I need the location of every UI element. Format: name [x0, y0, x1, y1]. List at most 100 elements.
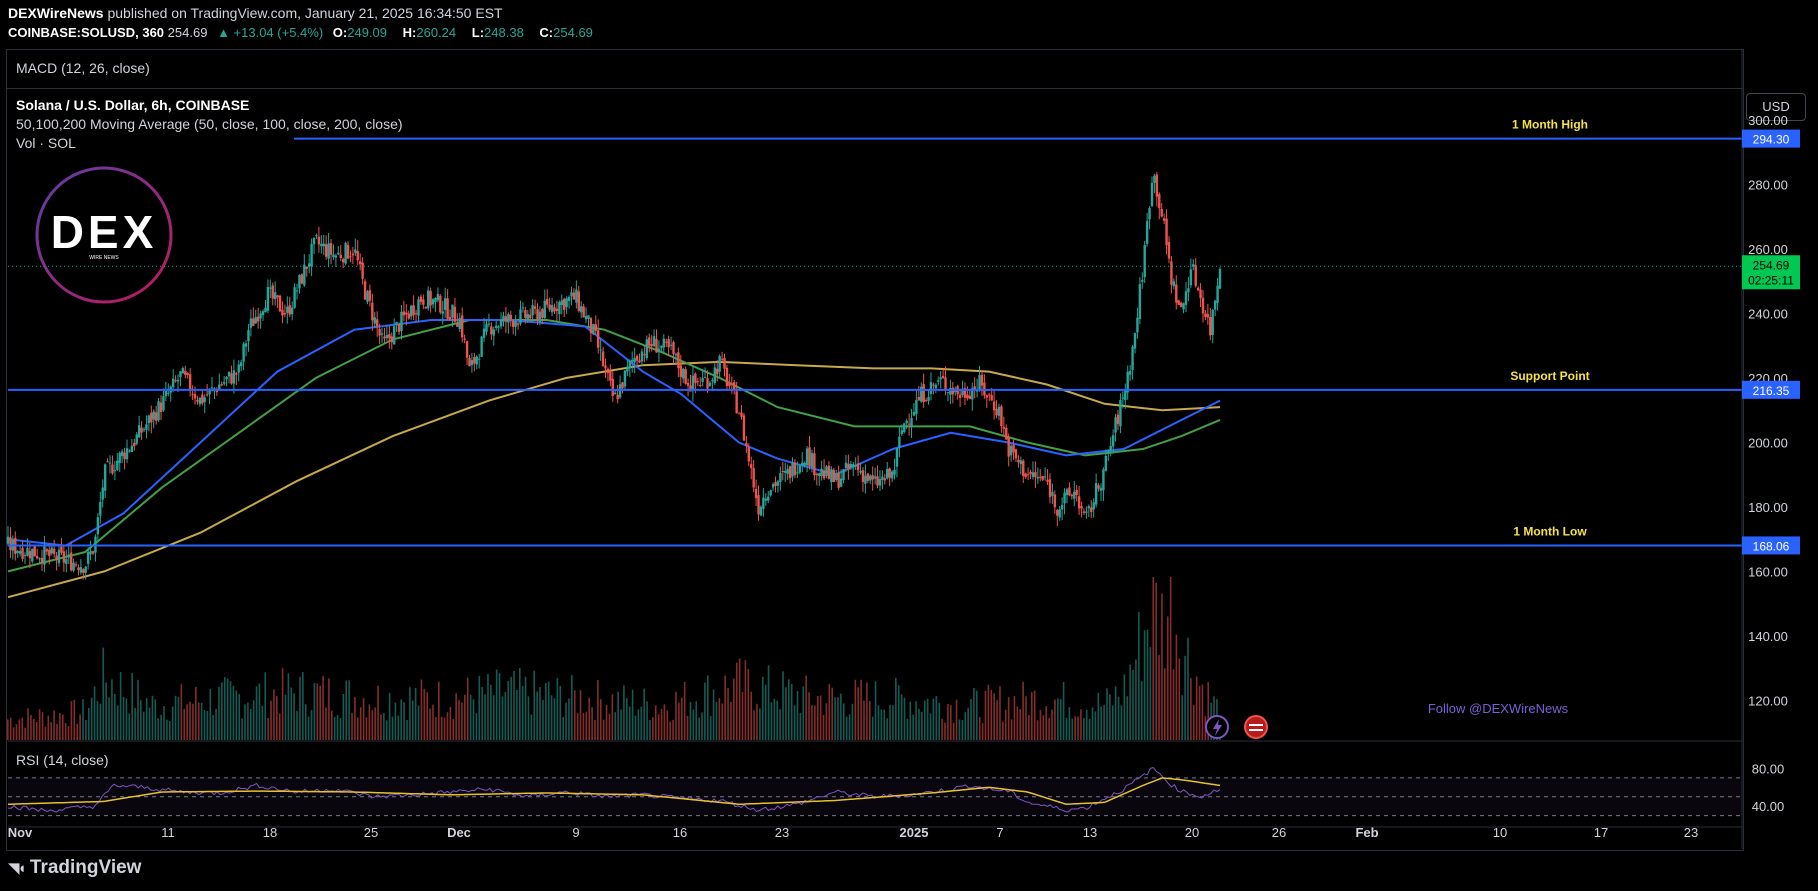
volume-bar	[429, 708, 431, 740]
candle-body	[737, 413, 741, 415]
time-tick-label: 13	[1083, 825, 1097, 840]
volume-bar	[921, 711, 923, 740]
candle-body	[431, 299, 435, 305]
volume-bar	[788, 679, 790, 740]
volume-bar	[1187, 637, 1189, 740]
candle-body	[723, 357, 726, 369]
volume-bar	[686, 715, 689, 740]
volume-bar	[1077, 716, 1079, 740]
volume-bar	[328, 678, 330, 740]
candle-body	[1026, 474, 1030, 476]
time-tick-label: 11	[161, 825, 175, 840]
candle-body	[754, 488, 758, 499]
candle-body	[631, 359, 634, 362]
volume-bar	[461, 702, 463, 740]
volume-bar	[241, 718, 243, 740]
volume-bar	[435, 717, 437, 740]
candle-body	[409, 305, 413, 317]
candle-body	[847, 463, 850, 470]
candle-body	[458, 318, 461, 330]
us-flag-icon	[1244, 715, 1268, 739]
volume-bar	[594, 719, 596, 740]
volume-bar	[970, 698, 972, 740]
candle-body	[808, 447, 811, 467]
candle-body	[89, 551, 92, 555]
candle-body	[939, 377, 942, 380]
volume-bar	[576, 713, 579, 740]
candle-body	[1189, 269, 1193, 286]
candle-body	[890, 471, 894, 479]
volume-bar	[640, 706, 643, 740]
volume-bar	[614, 712, 617, 740]
volume-bar	[608, 713, 611, 740]
candle-body	[412, 305, 415, 316]
candle-body	[422, 299, 425, 305]
volume-bar	[692, 709, 695, 740]
candle-body	[1209, 317, 1212, 336]
volume-bar	[203, 709, 206, 740]
volume-bar	[437, 681, 440, 740]
candle-body	[541, 309, 544, 318]
candle-body	[101, 487, 104, 500]
volume-bar	[773, 698, 776, 740]
volume-bar	[1059, 698, 1062, 740]
volume-bar	[808, 692, 810, 740]
candle-body	[1099, 487, 1103, 491]
candle-body	[866, 473, 870, 481]
candle-body	[553, 307, 556, 312]
candle-body	[9, 537, 12, 551]
candle-body	[655, 338, 658, 353]
volume-bar	[1054, 699, 1056, 740]
volume-bar	[715, 702, 718, 740]
volume-bar	[76, 723, 79, 740]
volume-bar	[533, 670, 536, 740]
candle-body	[120, 451, 124, 457]
volume-bar	[1117, 696, 1120, 740]
candle-body	[1043, 476, 1047, 478]
candle-body	[966, 394, 969, 399]
candle-body	[378, 328, 381, 336]
candle-body	[985, 395, 989, 398]
volume-bar	[1065, 717, 1068, 740]
candle-body	[368, 290, 372, 301]
candle-body	[453, 306, 457, 322]
candle-body	[152, 411, 155, 420]
volume-bar	[730, 701, 732, 740]
candle-body	[657, 348, 661, 353]
volume-bar	[597, 679, 599, 740]
candle-body	[514, 321, 517, 327]
volume-bar	[984, 690, 987, 740]
candle-body	[784, 470, 787, 473]
tradingview-logo[interactable]: ◥◖ TradingView	[8, 857, 141, 879]
candle-body	[239, 362, 243, 367]
volume-bar	[767, 665, 770, 740]
volume-bar	[941, 718, 943, 740]
candle-body	[1124, 390, 1127, 401]
candle-body	[50, 547, 53, 554]
price-tick-label: 140.00	[1748, 629, 1788, 644]
volume-bar	[354, 697, 356, 740]
volume-bar	[1138, 611, 1140, 740]
volume-bar	[426, 692, 429, 740]
volume-bar	[377, 685, 379, 740]
volume-bar	[443, 717, 446, 740]
volume-bar	[278, 713, 281, 740]
volume-bar	[420, 679, 423, 740]
candle-body	[477, 358, 481, 360]
candle-body	[1201, 297, 1205, 314]
candle-body	[645, 339, 648, 359]
volume-bar	[547, 681, 550, 740]
event-icons[interactable]	[1205, 715, 1268, 739]
volume-bar	[672, 719, 674, 740]
volume-bar	[863, 700, 865, 740]
candle-body	[322, 243, 325, 247]
volume-bar	[67, 726, 70, 740]
volume-bar	[414, 687, 417, 740]
price-chart[interactable]: DEX WIRE NEWS 1 Month High Support Point 1…	[0, 0, 1818, 891]
tradingview-icon: ◥◖	[8, 860, 27, 877]
volume-bar	[1042, 715, 1045, 740]
candle-body	[604, 365, 607, 369]
candle-body	[694, 373, 697, 383]
candle-body	[1158, 194, 1161, 209]
rsi-tick-label: 40.00	[1752, 799, 1785, 814]
